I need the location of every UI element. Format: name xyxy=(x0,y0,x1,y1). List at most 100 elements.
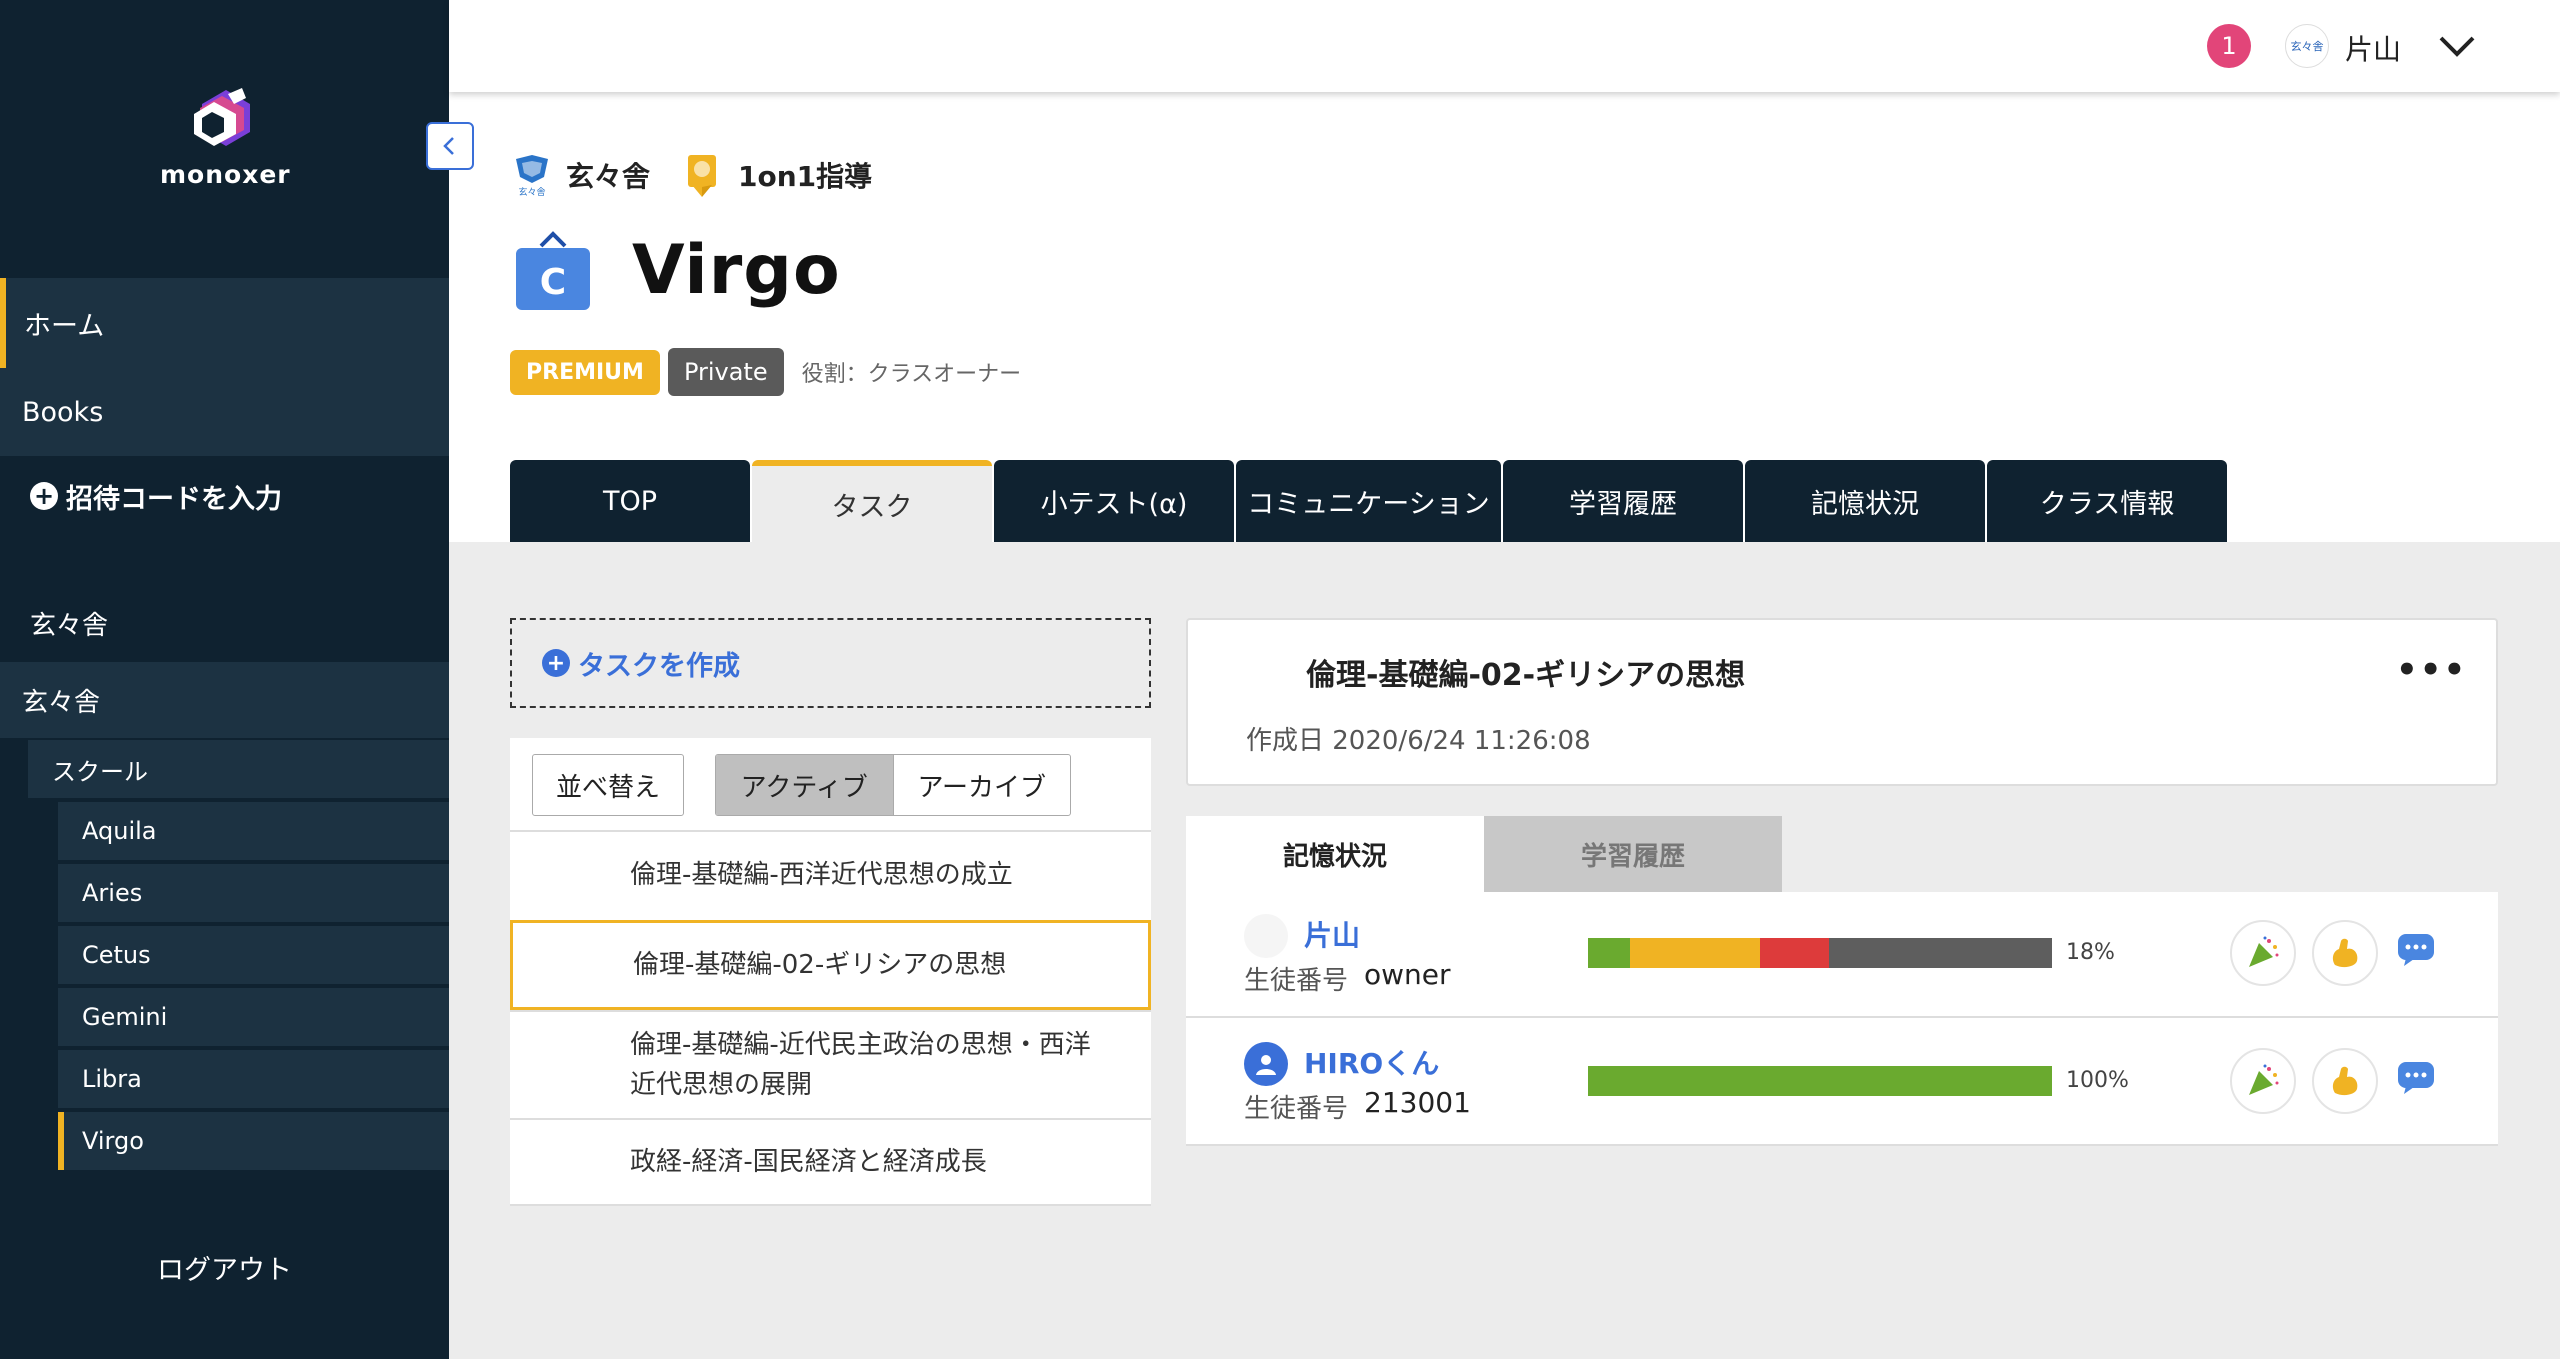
sidebar-class-virgo[interactable]: Virgo xyxy=(58,1112,449,1170)
user-icon xyxy=(1256,1055,1276,1075)
sidebar-collapse-button[interactable] xyxy=(426,122,474,170)
tab-learning-history-detail[interactable]: 学習履歴 xyxy=(1484,816,1782,892)
filter-archive-button[interactable]: アーカイブ xyxy=(894,755,1071,815)
chat-bubble-icon xyxy=(2398,934,2434,966)
task-item[interactable]: 倫理-基礎編-西洋近代思想の成立 xyxy=(510,830,1151,918)
progress-segment xyxy=(1588,938,1630,968)
sidebar-item-school[interactable]: スクール xyxy=(28,740,449,798)
task-filter-toggle: アクティブ アーカイブ xyxy=(715,754,1071,816)
member-name[interactable]: 片山 xyxy=(1304,914,1360,954)
svg-text:玄々舎: 玄々舎 xyxy=(518,186,545,197)
member-row: HIROくん 生徒番号 213001 100% xyxy=(1186,1020,2498,1146)
sidebar-class-label: Libra xyxy=(82,1065,142,1093)
cheer-button[interactable] xyxy=(2312,1048,2378,1114)
sidebar-item-books[interactable]: Books xyxy=(0,368,449,456)
invite-code-button[interactable]: + 招待コードを入力 xyxy=(0,456,449,536)
chevron-left-icon xyxy=(443,137,454,155)
create-task-label: タスクを作成 xyxy=(578,650,740,682)
sidebar-item-label: ホーム xyxy=(24,310,105,342)
task-item-label-line2: 近代思想の展開 xyxy=(630,1070,813,1100)
celebrate-button[interactable] xyxy=(2230,920,2296,986)
sidebar-class-gemini[interactable]: Gemini xyxy=(58,988,449,1046)
plus-circle-icon: + xyxy=(542,649,570,677)
progress-segment xyxy=(1829,938,2052,968)
avatar xyxy=(1244,914,1288,958)
sidebar-org-heading[interactable]: 玄々舎 xyxy=(0,590,449,656)
tab-quiz[interactable]: 小テスト(α) xyxy=(994,460,1234,542)
tab-memory-status-detail[interactable]: 記憶状況 xyxy=(1186,816,1484,892)
student-id: 213001 xyxy=(1364,1086,1471,1119)
progress-segment xyxy=(1588,1066,2052,1096)
tab-class-info[interactable]: クラス情報 xyxy=(1987,460,2227,542)
sidebar-item-label: 玄々舎 xyxy=(22,687,101,718)
breadcrumb: 玄々舎 玄々舎 1on1指導 xyxy=(512,150,906,200)
more-options-icon[interactable]: ••• xyxy=(2396,650,2467,690)
monoxer-logo-icon xyxy=(194,88,250,146)
memory-progress-bar xyxy=(1588,1066,2052,1096)
class-badges: PREMIUM Private 役割：クラスオーナー xyxy=(510,348,1021,396)
task-item-label: 倫理-基礎編-02-ギリシアの思想 xyxy=(633,950,1007,980)
org-emblem-icon: 玄々舎 xyxy=(516,155,548,197)
sidebar-class-aries[interactable]: Aries xyxy=(58,864,449,922)
memory-percent: 100% xyxy=(2066,1068,2129,1093)
memory-percent: 18% xyxy=(2066,940,2115,965)
award-icon xyxy=(688,155,717,197)
sidebar-class-label: Cetus xyxy=(82,941,151,969)
member-progress-list: 片山 生徒番号 owner 18% HIROくん 生徒番号 213001 100… xyxy=(1186,892,2498,1146)
sidebar-item-org[interactable]: 玄々舎 xyxy=(0,662,449,738)
flexed-biceps-icon xyxy=(2332,1066,2358,1096)
student-id-label: 生徒番号 xyxy=(1244,1094,1349,1124)
logo-text: monoxer xyxy=(160,160,291,189)
sort-button[interactable]: 並べ替え xyxy=(532,754,684,816)
member-name[interactable]: HIROくん xyxy=(1304,1042,1439,1082)
create-task-button[interactable]: + タスクを作成 xyxy=(510,618,1151,708)
tab-top[interactable]: TOP xyxy=(510,460,750,542)
notification-badge[interactable]: 1 xyxy=(2207,24,2251,68)
chevron-down-icon[interactable] xyxy=(2437,32,2477,62)
sidebar-class-label: Gemini xyxy=(82,1003,168,1031)
tab-communication[interactable]: コミュニケーション xyxy=(1236,460,1501,542)
page-title: Virgo xyxy=(632,230,841,310)
sidebar-item-label: スクール xyxy=(52,757,148,786)
memory-progress-bar xyxy=(1588,938,2052,968)
sidebar-item-label: Books xyxy=(22,396,104,428)
sidebar-class-libra[interactable]: Libra xyxy=(58,1050,449,1108)
task-item-label: 政経-経済-国民経済と経済成長 xyxy=(630,1147,987,1177)
plus-circle-icon: + xyxy=(30,482,58,510)
task-item[interactable]: 政経-経済-国民経済と経済成長 xyxy=(510,1118,1151,1206)
sidebar-item-home[interactable]: ホーム xyxy=(0,278,449,368)
user-name[interactable]: 片山 xyxy=(2345,28,2401,68)
svg-text:C: C xyxy=(540,262,566,303)
tab-tasks[interactable]: タスク xyxy=(752,460,992,542)
celebrate-button[interactable] xyxy=(2230,1048,2296,1114)
program-name[interactable]: 1on1指導 xyxy=(738,155,872,195)
progress-segment xyxy=(1629,938,1760,968)
task-item[interactable]: 倫理-基礎編-近代民主政治の思想・西洋 近代思想の展開 xyxy=(510,1010,1151,1118)
task-created-date: 作成日 2020/6/24 11:26:08 xyxy=(1246,726,1591,756)
sidebar: monoxer ホーム Books + 招待コードを入力 玄々舎 玄々舎 スクー… xyxy=(0,0,449,1359)
message-button[interactable] xyxy=(2394,1056,2438,1100)
progress-segment xyxy=(1759,938,1830,968)
sidebar-class-aquila[interactable]: Aquila xyxy=(58,802,449,860)
student-id-label: 生徒番号 xyxy=(1244,966,1349,996)
task-item-selected[interactable]: 倫理-基礎編-02-ギリシアの思想 xyxy=(510,920,1151,1010)
org-name[interactable]: 玄々舎 xyxy=(566,155,650,195)
monoxer-logo[interactable]: monoxer xyxy=(160,88,290,198)
member-row: 片山 生徒番号 owner 18% xyxy=(1186,892,2498,1018)
filter-active-button[interactable]: アクティブ xyxy=(716,755,894,815)
task-item-label: 倫理-基礎編-西洋近代思想の成立 xyxy=(630,860,1013,890)
user-avatar[interactable]: 玄々舎 xyxy=(2285,24,2329,68)
detail-sub-tabs: 記憶状況 学習履歴 xyxy=(1186,816,1782,892)
top-header: 1 玄々舎 片山 xyxy=(449,0,2560,92)
invite-code-label: 招待コードを入力 xyxy=(66,483,282,515)
message-button[interactable] xyxy=(2394,928,2438,972)
tab-memory-status[interactable]: 記憶状況 xyxy=(1745,460,1985,542)
class-bag-icon: C xyxy=(516,231,590,310)
cheer-button[interactable] xyxy=(2312,920,2378,986)
role-label: 役割：クラスオーナー xyxy=(801,362,1022,387)
chat-bubble-icon xyxy=(2398,1062,2434,1094)
sidebar-org-heading-label: 玄々舎 xyxy=(30,610,109,641)
sidebar-class-cetus[interactable]: Cetus xyxy=(58,926,449,984)
tab-learning-history[interactable]: 学習履歴 xyxy=(1503,460,1743,542)
logout-button[interactable]: ログアウト xyxy=(0,1248,449,1287)
